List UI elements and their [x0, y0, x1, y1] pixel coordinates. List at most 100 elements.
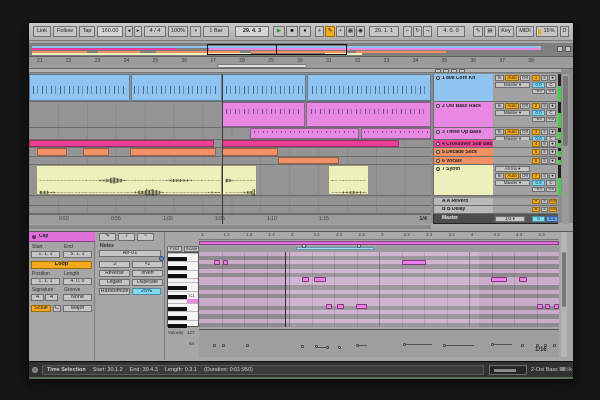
track-activator-button[interactable]: 7: [532, 173, 540, 179]
tab-notes-icon[interactable]: ♪: [118, 233, 135, 241]
midi-ruler[interactable]: 11.21.31.422.22.32.433.23.33.444.24.34.4: [199, 232, 559, 240]
track-activator-button[interactable]: 6: [532, 158, 540, 164]
arrangement-clip[interactable]: [131, 74, 222, 101]
arrangement-clip[interactable]: [36, 165, 222, 195]
clip-start-field[interactable]: 1. 1. 1: [31, 251, 60, 258]
volume-field[interactable]: 0.0: [532, 180, 545, 186]
arrangement-clip[interactable]: [29, 74, 130, 101]
arrangement-clip[interactable]: [37, 148, 67, 156]
track-header-6[interactable]: 6 Vocals: [433, 157, 493, 165]
track-header-3[interactable]: 3 Three Op Bass: [433, 128, 493, 140]
lock-envelopes-icon[interactable]: [443, 69, 449, 73]
midi-note[interactable]: [214, 260, 220, 265]
vscroll-handle[interactable]: [563, 76, 568, 146]
track-lane-1[interactable]: [29, 74, 431, 102]
arrangement-clip[interactable]: [361, 128, 431, 139]
velocity-lane[interactable]: [199, 329, 559, 357]
arrangement-clip[interactable]: [29, 140, 214, 147]
pencil-icon[interactable]: ✎: [473, 26, 483, 37]
arrangement-clip[interactable]: [83, 148, 109, 156]
arm-button[interactable]: ●: [549, 75, 556, 81]
return-header-B[interactable]: B B Delay: [433, 206, 493, 214]
track-header-1[interactable]: 1 808 Core Kit: [433, 74, 493, 102]
overview-view-box[interactable]: [207, 44, 347, 55]
midi-note[interactable]: [491, 277, 507, 282]
arm-button[interactable]: ●: [549, 158, 556, 164]
arrangement-clip[interactable]: [222, 165, 257, 195]
session-grid-button[interactable]: ▦: [346, 26, 355, 37]
note-tool-legato[interactable]: Legato: [99, 279, 130, 286]
arm-button[interactable]: ●: [549, 149, 556, 155]
velocity-marker[interactable]: [246, 344, 249, 347]
loop-toggle-button[interactable]: ↻: [413, 26, 422, 37]
midi-note[interactable]: [402, 260, 426, 265]
note-tool-duplicate[interactable]: Duplicate: [132, 279, 163, 286]
clip-activator-icon[interactable]: [32, 235, 36, 239]
groove-amount-field[interactable]: 100%: [168, 26, 188, 37]
automation-arm-button[interactable]: +: [336, 26, 345, 37]
signature-numerator-field[interactable]: 4: [31, 294, 44, 301]
tab-tools-icon[interactable]: ✎: [99, 233, 116, 241]
monitor-auto-button[interactable]: Auto: [505, 129, 519, 135]
volume-field[interactable]: 0.0: [532, 82, 545, 88]
arrangement-vscroll[interactable]: [562, 74, 569, 224]
send-a-field[interactable]: -Inf: [532, 89, 545, 94]
track-header-4[interactable]: 4 Crossover Sub Bass: [433, 140, 493, 148]
clip-position-field[interactable]: 1. 1. 1: [31, 278, 60, 285]
track-activator-button[interactable]: 4: [532, 141, 540, 147]
tap-tempo-button[interactable]: Tap: [79, 26, 95, 37]
send-a-field[interactable]: -Inf: [532, 187, 545, 192]
punch-in-button[interactable]: ⌐: [403, 26, 412, 37]
record-button[interactable]: ●: [299, 26, 311, 37]
arm-button[interactable]: ●: [549, 103, 556, 109]
solo-button[interactable]: S: [541, 158, 548, 164]
velocity-marker[interactable]: [553, 344, 556, 347]
midi-note[interactable]: [537, 304, 543, 309]
arrangement-clip[interactable]: [222, 140, 398, 147]
loop-brace[interactable]: [296, 247, 374, 250]
arrangement-clip[interactable]: [222, 148, 278, 156]
pianoroll-vscroll-handle[interactable]: [562, 252, 566, 307]
master-vol2-field[interactable]: 0.0: [546, 216, 558, 222]
arrangement-clip[interactable]: [307, 74, 431, 101]
draw-mode-button[interactable]: ✎: [325, 26, 335, 37]
clip-title-bar[interactable]: Clip: [29, 232, 95, 242]
master-vol-field[interactable]: 0: [532, 216, 545, 222]
key-map-button[interactable]: Key: [498, 26, 514, 37]
loop-button[interactable]: Loop: [31, 261, 92, 269]
velocity-marker[interactable]: [301, 345, 304, 348]
return-lane-A[interactable]: [29, 198, 431, 206]
midi-note[interactable]: [223, 260, 228, 265]
send-b-field[interactable]: -Inf: [546, 117, 556, 122]
midi-note[interactable]: [314, 277, 326, 282]
solo-button[interactable]: S: [541, 149, 548, 155]
overview-follow-icon[interactable]: [565, 46, 571, 52]
pan-field[interactable]: C: [546, 82, 556, 88]
metronome-icon[interactable]: ◑: [190, 26, 201, 37]
track-activator-button[interactable]: 2: [532, 103, 540, 109]
time-ruler[interactable]: 0:500:551:001:051:101:151/4: [29, 214, 431, 224]
stop-button[interactable]: ■: [286, 26, 298, 37]
audio-to-select[interactable]: Master ▾: [495, 82, 530, 88]
capture-midi-button[interactable]: ◉: [356, 26, 365, 37]
tab-envelopes-icon[interactable]: ~: [137, 233, 154, 241]
arrangement-clip[interactable]: [250, 128, 359, 139]
track-fold-icon[interactable]: [436, 150, 440, 154]
monitor-auto-button[interactable]: Auto: [505, 173, 519, 179]
clip-scrub-bar[interactable]: [199, 241, 559, 245]
arrangement-position-display[interactable]: 29. 4. 3: [235, 26, 269, 37]
arrangement-clip[interactable]: [328, 165, 368, 195]
arm-button[interactable]: ●: [549, 141, 556, 147]
midi-note[interactable]: [519, 277, 527, 282]
master-track-header[interactable]: Master: [433, 214, 493, 224]
overview-zoom-icon[interactable]: [557, 46, 563, 52]
track-lane-5[interactable]: [29, 148, 431, 157]
monitor-auto-button[interactable]: Auto: [505, 75, 519, 81]
arm-button[interactable]: ●: [549, 129, 556, 135]
monitor-in-button[interactable]: In: [495, 129, 504, 135]
arrangement-hscroll[interactable]: [29, 225, 431, 229]
arrangement-clip[interactable]: [306, 102, 431, 127]
solo-button[interactable]: S: [541, 141, 548, 147]
arrangement-clip[interactable]: [130, 148, 216, 156]
velocity-marker[interactable]: [222, 344, 225, 347]
